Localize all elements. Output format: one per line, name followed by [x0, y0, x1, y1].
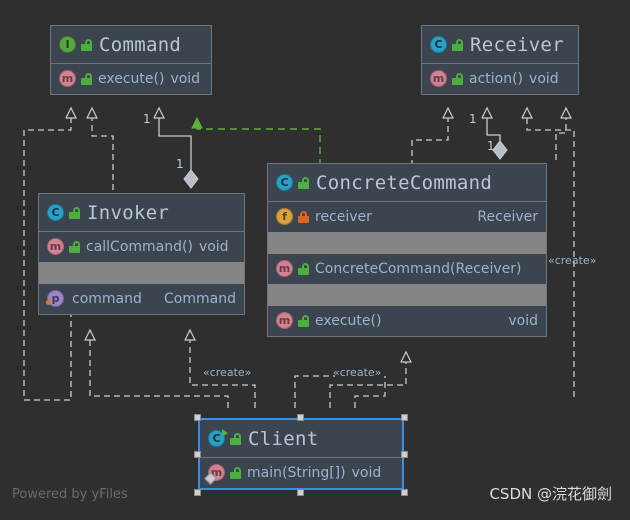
unlock-icon [69, 206, 80, 219]
compartment-separator [39, 262, 244, 284]
unlock-icon [69, 240, 80, 253]
class-box-invoker[interactable]: C Invoker m callCommand() void p command… [38, 193, 245, 315]
multiplicity-label-cc-receiver-bottom: 1 [487, 139, 495, 153]
member-row[interactable]: m ConcreteCommand(Receiver) [268, 254, 546, 284]
selection-handle-s[interactable] [297, 489, 304, 496]
method-icon: m [47, 238, 64, 255]
unlock-icon [452, 72, 463, 85]
class-header-command: I Command [51, 26, 211, 64]
field-icon: f [276, 208, 293, 225]
selection-handle-w[interactable] [194, 451, 201, 458]
unlock-icon [81, 38, 92, 51]
member-row[interactable]: m action() void [422, 64, 578, 94]
class-name-receiver: Receiver [470, 33, 564, 56]
method-icon: m [59, 70, 76, 87]
unlock-icon [298, 262, 309, 275]
lock-icon [298, 210, 309, 223]
method-icon: m [430, 70, 447, 87]
class-icon: C [208, 429, 228, 447]
class-box-concrete-command[interactable]: C ConcreteCommand f receiver Receiver m … [267, 163, 547, 337]
multiplicity-label-invoker-command-bottom: 1 [176, 157, 184, 171]
class-icon: C [430, 36, 447, 53]
yfiles-watermark: Powered by yFiles [12, 487, 128, 502]
class-box-command[interactable]: I Command m execute() void [50, 25, 212, 95]
unlock-icon [298, 176, 309, 189]
member-type: void [351, 464, 382, 481]
stereotype-label-create-right: «create» [548, 254, 597, 267]
compartment-separator [268, 232, 546, 254]
member-name: callCommand() [86, 238, 193, 255]
selection-handle-ne[interactable] [401, 414, 408, 421]
member-name: execute() [315, 312, 382, 329]
compartment-separator [268, 284, 546, 306]
method-icon: m [276, 260, 293, 277]
unlock-icon [230, 432, 241, 445]
class-header-receiver: C Receiver [422, 26, 578, 64]
member-type: void [529, 70, 559, 87]
class-box-receiver[interactable]: C Receiver m action() void [421, 25, 579, 95]
unlock-icon [230, 466, 241, 479]
class-icon: C [276, 174, 293, 191]
class-name-concrete-command: ConcreteCommand [316, 171, 493, 194]
unlock-icon [452, 38, 463, 51]
class-name-command: Command [99, 33, 182, 56]
member-row[interactable]: m callCommand() void [39, 232, 244, 262]
stereotype-label-create-mid: «create» [333, 366, 382, 379]
uml-diagram-canvas: I Command m execute() void C Receiver m [0, 0, 630, 520]
member-name: command [72, 290, 142, 307]
interface-icon: I [59, 36, 76, 53]
selection-handle-e[interactable] [401, 451, 408, 458]
member-row[interactable]: f receiver Receiver [268, 202, 546, 232]
property-icon: p [46, 290, 64, 307]
multiplicity-label-cc-receiver-top: 1 [469, 112, 477, 126]
member-row[interactable]: m execute() void [268, 306, 546, 336]
member-row[interactable]: p command Command [39, 284, 244, 314]
member-type: void [170, 70, 201, 87]
csdn-watermark: CSDN @浣花御劍 [489, 485, 612, 503]
member-name: ConcreteCommand(Receiver) [315, 260, 522, 277]
class-header-invoker: C Invoker [39, 194, 244, 232]
member-name: action() [469, 70, 524, 87]
class-box-client[interactable]: C Client m main(String[]) void [198, 418, 404, 490]
class-name-client: Client [248, 427, 319, 450]
unlock-icon [81, 72, 92, 85]
class-icon: C [47, 204, 64, 221]
selection-handle-nw[interactable] [194, 414, 201, 421]
member-name: receiver [315, 208, 372, 225]
multiplicity-label-invoker-command-top: 1 [143, 112, 151, 126]
stereotype-label-create-left: «create» [203, 366, 252, 379]
member-type: Command [164, 290, 236, 307]
static-method-icon: m [204, 464, 225, 485]
member-row[interactable]: m main(String[]) void [200, 458, 402, 488]
selection-handle-sw[interactable] [194, 489, 201, 496]
class-header-concrete-command: C ConcreteCommand [268, 164, 546, 202]
member-name: execute() [98, 70, 165, 87]
member-type: void [508, 312, 538, 329]
member-row[interactable]: m execute() void [51, 64, 211, 94]
member-type: void [198, 238, 229, 255]
member-type: Receiver [477, 208, 538, 225]
unlock-icon [298, 314, 309, 327]
method-icon: m [276, 312, 293, 329]
selection-handle-n[interactable] [297, 414, 304, 421]
member-name: main(String[]) [247, 464, 346, 481]
selection-handle-se[interactable] [401, 489, 408, 496]
class-header-client: C Client [200, 420, 402, 458]
class-name-invoker: Invoker [87, 201, 170, 224]
